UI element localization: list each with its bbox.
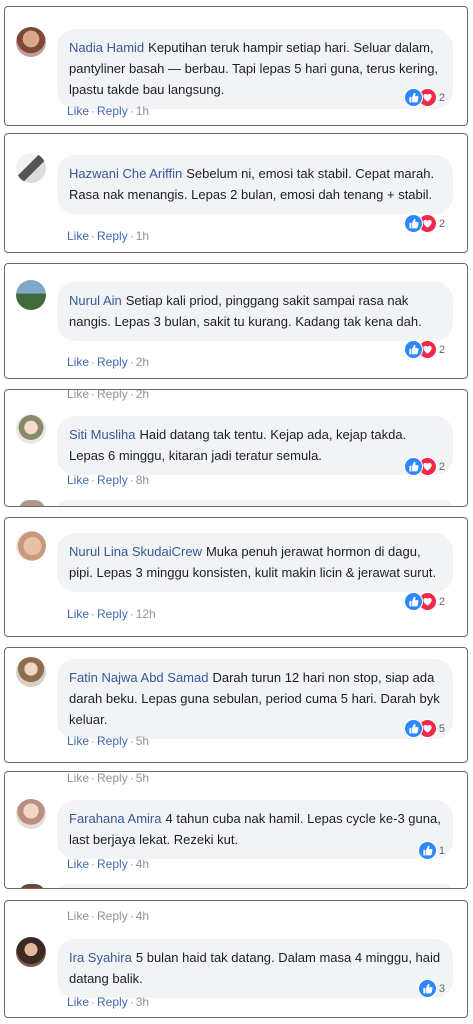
comment-author[interactable]: Nurul Ain xyxy=(69,293,122,308)
comment-author[interactable]: Fatin Najwa Abd Samad xyxy=(69,670,208,685)
reaction-count: 1 xyxy=(438,844,445,857)
avatar[interactable] xyxy=(16,937,46,967)
reply-link[interactable]: Reply xyxy=(97,104,128,118)
like-reaction-icon xyxy=(403,719,423,738)
like-link[interactable]: Like xyxy=(67,104,89,118)
reaction-count: 2 xyxy=(438,460,445,473)
next-comment-bubble-edge xyxy=(57,884,453,888)
reply-link[interactable]: Reply xyxy=(97,607,128,621)
like-reaction-icon xyxy=(403,214,423,233)
cut-off-comment-actions: Like · Reply · 2h xyxy=(67,389,150,401)
like-reaction-icon xyxy=(403,592,423,611)
comment-author[interactable]: Nadia Hamid xyxy=(69,40,144,55)
comment-card: Nadia Hamid Keputihan teruk hampir setiap… xyxy=(4,6,468,126)
comment-time: 1h xyxy=(135,229,150,243)
comment-actions: Like · Reply · 8h xyxy=(67,473,150,487)
like-link[interactable]: Like xyxy=(67,473,89,487)
reactions[interactable]: 1 xyxy=(417,841,445,860)
reply-link[interactable]: Reply xyxy=(97,229,128,243)
next-comment-bubble-edge xyxy=(57,500,453,506)
avatar[interactable] xyxy=(16,531,46,561)
reactions[interactable]: 3 xyxy=(417,979,445,998)
comment-time: 2h xyxy=(135,355,150,369)
cut-off-comment-actions: Like · Reply · 5h xyxy=(67,771,150,785)
comment-time: 8h xyxy=(135,473,150,487)
like-reaction-icon xyxy=(403,88,423,107)
reactions[interactable]: 5 xyxy=(403,719,445,738)
reaction-count: 2 xyxy=(438,595,445,608)
comment-actions: Like · Reply · 1h xyxy=(67,104,150,118)
like-reaction-icon xyxy=(417,979,437,998)
comment-bubble: Fatin Najwa Abd Samad Darah turun 12 hari… xyxy=(57,659,453,739)
reaction-count: 2 xyxy=(438,91,445,104)
comment-bubble: Siti Musliha Haid datang tak tentu. Kejap… xyxy=(57,416,453,475)
next-comment-avatar-edge xyxy=(19,884,45,888)
comment-author[interactable]: Siti Musliha xyxy=(69,427,135,442)
comment-card: Like · Reply · 4h Ira Syahira 5 bulan haid ta… xyxy=(4,900,468,1018)
comment-actions: Like · Reply · 5h xyxy=(67,734,150,748)
reactions[interactable]: 2 xyxy=(403,592,445,611)
comment-author[interactable]: Farahana Amira xyxy=(69,811,162,826)
comment-author[interactable]: Hazwani Che Ariffin xyxy=(69,166,182,181)
like-reaction-icon xyxy=(403,457,423,476)
comment-bubble: Nadia Hamid Keputihan teruk hampir setiap… xyxy=(57,29,453,109)
reply-link[interactable]: Reply xyxy=(97,857,128,871)
reply-link[interactable]: Reply xyxy=(97,734,128,748)
comment-time: 12h xyxy=(135,607,156,621)
like-link[interactable]: Like xyxy=(67,229,89,243)
comment-actions: Like · Reply · 12h xyxy=(67,607,156,621)
comment-bubble: Ira Syahira 5 bulan haid tak datang. Dala… xyxy=(57,939,453,998)
avatar[interactable] xyxy=(16,414,46,444)
avatar[interactable] xyxy=(16,27,46,57)
like-link[interactable]: Like xyxy=(67,607,89,621)
reaction-count: 5 xyxy=(438,722,445,735)
like-reaction-icon xyxy=(403,340,423,359)
reaction-count: 3 xyxy=(438,982,445,995)
comment-card: Like · Reply · 5h Farahana Amira 4 tahun cuba… xyxy=(4,771,468,889)
comment-author[interactable]: Ira Syahira xyxy=(69,950,132,965)
comment-card: Nurul Lina SkudaiCrew Muka penuh jerawat … xyxy=(4,517,468,637)
comment-actions: Like · Reply · 2h xyxy=(67,355,150,369)
reactions[interactable]: 2 xyxy=(403,340,445,359)
reactions[interactable]: 2 xyxy=(403,88,445,107)
comment-bubble: Farahana Amira 4 tahun cuba nak hamil. Le… xyxy=(57,800,453,859)
next-comment-avatar-edge xyxy=(19,500,45,506)
comment-time: 3h xyxy=(135,995,150,1009)
reply-link[interactable]: Reply xyxy=(97,355,128,369)
reactions[interactable]: 2 xyxy=(403,214,445,233)
comment-bubble: Nurul Lina SkudaiCrew Muka penuh jerawat … xyxy=(57,533,453,592)
like-reaction-icon xyxy=(417,841,437,860)
comment-card: Fatin Najwa Abd Samad Darah turun 12 hari… xyxy=(4,647,468,763)
comment-actions: Like · Reply · 1h xyxy=(67,229,150,243)
reply-link[interactable]: Reply xyxy=(97,473,128,487)
comment-card: Hazwani Che Ariffin Sebelum ni, emosi tak… xyxy=(4,133,468,253)
reaction-count: 2 xyxy=(438,217,445,230)
comment-actions: Like · Reply · 4h xyxy=(67,857,150,871)
comment-bubble: Hazwani Che Ariffin Sebelum ni, emosi tak… xyxy=(57,155,453,214)
reply-link[interactable]: Reply xyxy=(97,995,128,1009)
comment-bubble: Nurul Ain Setiap kali priod, pinggang sak… xyxy=(57,282,453,341)
avatar[interactable] xyxy=(16,799,46,829)
cut-off-comment-actions: Like · Reply · 4h xyxy=(67,909,150,923)
comment-actions: Like · Reply · 3h xyxy=(67,995,150,1009)
comment-card: Like · Reply · 2h Siti Musliha Haid datang ta… xyxy=(4,389,468,507)
comment-time: 1h xyxy=(135,104,150,118)
avatar[interactable] xyxy=(16,280,46,310)
reaction-count: 2 xyxy=(438,343,445,356)
comment-time: 4h xyxy=(135,857,150,871)
avatar[interactable] xyxy=(16,153,46,183)
reactions[interactable]: 2 xyxy=(403,457,445,476)
like-link[interactable]: Like xyxy=(67,355,89,369)
comment-author[interactable]: Nurul Lina SkudaiCrew xyxy=(69,544,202,559)
like-link[interactable]: Like xyxy=(67,995,89,1009)
like-link[interactable]: Like xyxy=(67,857,89,871)
avatar[interactable] xyxy=(16,657,46,687)
comment-card: Nurul Ain Setiap kali priod, pinggang sak… xyxy=(4,263,468,379)
comment-time: 5h xyxy=(135,734,150,748)
like-link[interactable]: Like xyxy=(67,734,89,748)
